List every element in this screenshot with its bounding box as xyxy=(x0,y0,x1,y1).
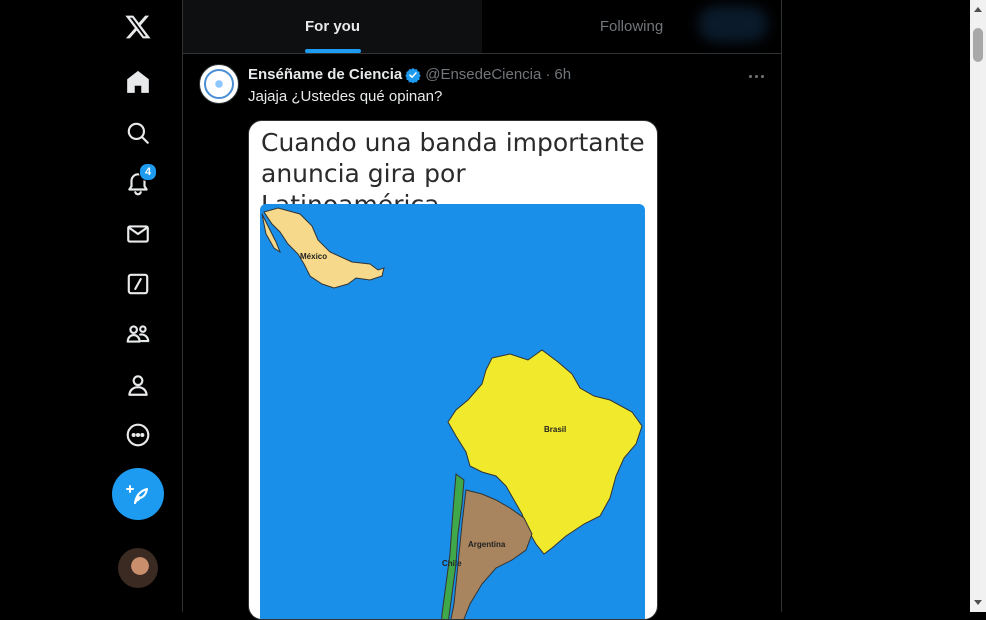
account-avatar[interactable] xyxy=(118,548,158,588)
tweet-text: Jajaja ¿Ustedes qué opinan? xyxy=(248,88,443,105)
meme-caption-line-1: Cuando una banda importante xyxy=(261,128,645,157)
x-logo-icon[interactable] xyxy=(113,2,163,52)
more-options-icon[interactable] xyxy=(741,66,771,86)
mail-icon[interactable] xyxy=(113,209,163,259)
tweet-image[interactable]: Cuando una banda importante anuncia gira… xyxy=(248,120,658,620)
blurred-overlay xyxy=(698,6,768,42)
search-icon[interactable] xyxy=(113,108,163,158)
communities-icon[interactable] xyxy=(113,309,163,359)
tweet-timestamp[interactable]: 6h xyxy=(554,66,571,83)
scroll-up-arrow-icon[interactable] xyxy=(970,2,986,18)
feather-plus-icon xyxy=(126,485,148,504)
tweet-header: Enséñame de Ciencia @EnsedeCiencia · 6h xyxy=(248,66,571,83)
author-avatar[interactable] xyxy=(199,64,239,104)
latin-america-map: México Brasil Argentina Chile xyxy=(260,204,645,619)
grok-icon[interactable] xyxy=(113,259,163,309)
more-circle-icon[interactable] xyxy=(113,410,163,460)
map-label-brasil: Brasil xyxy=(544,425,566,434)
notification-badge: 4 xyxy=(139,163,157,181)
verified-badge-icon[interactable] xyxy=(405,67,421,83)
scroll-down-arrow-icon[interactable] xyxy=(970,594,986,610)
tab-following-label: Following xyxy=(599,18,664,35)
home-icon[interactable] xyxy=(113,57,163,107)
author-handle[interactable]: @EnsedeCiencia xyxy=(425,66,541,83)
scrollbar[interactable] xyxy=(970,0,986,612)
timeline-tabs: For you Following xyxy=(183,0,781,54)
active-tab-indicator xyxy=(304,49,361,53)
timeline-column: For you Following Enséñame de Ciencia @E… xyxy=(182,0,782,620)
post-button[interactable] xyxy=(112,468,164,520)
map-label-mexico: México xyxy=(300,252,327,261)
left-navigation: 4 xyxy=(0,0,182,612)
scrollbar-thumb[interactable] xyxy=(973,28,983,62)
tab-for-you-label: For you xyxy=(305,18,360,35)
tab-for-you[interactable]: For you xyxy=(183,0,482,53)
header-separator: · xyxy=(545,66,551,83)
map-label-argentina: Argentina xyxy=(468,540,506,549)
author-name[interactable]: Enséñame de Ciencia xyxy=(248,66,402,83)
profile-icon[interactable] xyxy=(113,360,163,410)
map-label-chile: Chile xyxy=(442,559,462,568)
bell-icon[interactable]: 4 xyxy=(113,158,163,208)
